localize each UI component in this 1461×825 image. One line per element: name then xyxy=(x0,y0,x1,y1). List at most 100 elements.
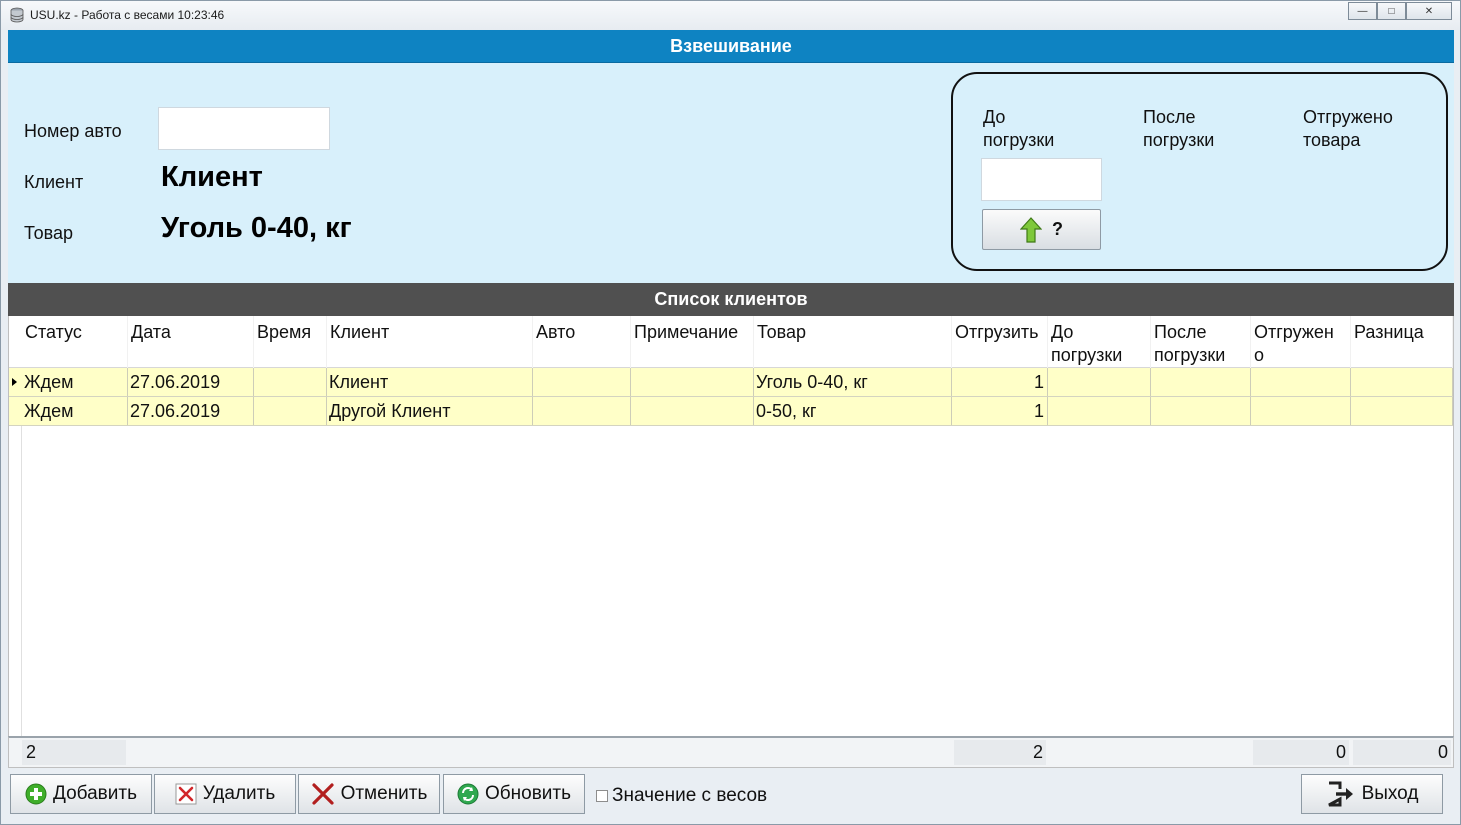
cell-to-ship[interactable]: 1 xyxy=(952,368,1048,396)
plus-icon xyxy=(25,783,47,805)
summary-difference-total: 0 xyxy=(1353,740,1451,765)
maximize-button[interactable]: □ xyxy=(1377,2,1406,20)
exit-icon xyxy=(1327,781,1353,807)
cell-shipped[interactable] xyxy=(1251,397,1351,425)
cell-after-loading[interactable] xyxy=(1151,397,1251,425)
col-before-loading[interactable]: До погрузки xyxy=(1048,316,1151,368)
scale-value-option[interactable]: Значение с весов xyxy=(596,785,767,807)
main-content: Взвешивание Номер авто Клиент Клиент Тов… xyxy=(8,30,1454,820)
table-row[interactable]: Ждем 27.06.2019 Другой Клиент 0-50, кг 1 xyxy=(9,397,1453,426)
table-row[interactable]: Ждем 27.06.2019 Клиент Уголь 0-40, кг 1 xyxy=(9,368,1453,397)
weights-group: До погрузки После погрузки Отгружено тов… xyxy=(951,72,1448,271)
read-weight-button[interactable]: ? xyxy=(982,209,1101,250)
bottom-toolbar: Добавить Удалить Отменить Обновить Значе… xyxy=(8,768,1454,820)
before-loading-label: До погрузки xyxy=(983,106,1054,152)
before-loading-label-line2: погрузки xyxy=(983,130,1055,150)
col-to-ship[interactable]: Отгрузить xyxy=(952,316,1048,368)
cell-status[interactable]: Ждем xyxy=(22,368,128,396)
cell-time[interactable] xyxy=(254,397,327,425)
cell-client[interactable]: Клиент xyxy=(327,368,533,396)
client-label: Клиент xyxy=(24,172,84,192)
after-loading-label-line2: погрузки xyxy=(1143,130,1215,150)
cell-status[interactable]: Ждем xyxy=(22,397,128,425)
col-time-label: Время xyxy=(257,322,312,342)
col-auto[interactable]: Авто xyxy=(533,316,631,368)
close-button[interactable]: ✕ xyxy=(1406,2,1452,20)
summary-shipped-total: 0 xyxy=(1253,740,1349,765)
window-controls: — □ ✕ xyxy=(1348,2,1452,20)
col-note-label: Примечание xyxy=(634,322,739,342)
col-after-loading[interactable]: После погрузки xyxy=(1151,316,1251,368)
col-product[interactable]: Товар xyxy=(754,316,952,368)
col-shipped-label-2: о xyxy=(1254,345,1265,365)
client-value: Клиент xyxy=(161,161,263,193)
col-client-label: Клиент xyxy=(330,322,390,342)
col-time[interactable]: Время xyxy=(254,316,327,368)
car-number-label: Номер авто xyxy=(24,121,122,141)
col-product-label: Товар xyxy=(757,322,806,342)
cell-before-loading[interactable] xyxy=(1048,368,1151,396)
before-loading-input[interactable] xyxy=(981,158,1102,201)
refresh-button[interactable]: Обновить xyxy=(443,774,585,814)
col-to-ship-label: Отгрузить xyxy=(955,322,1039,342)
cell-date[interactable]: 27.06.2019 xyxy=(128,368,254,396)
cancel-button[interactable]: Отменить xyxy=(298,774,440,814)
col-after-loading-label-2: погрузки xyxy=(1154,345,1226,365)
cell-to-ship[interactable]: 1 xyxy=(952,397,1048,425)
weighing-header: Взвешивание xyxy=(8,30,1454,63)
minimize-button[interactable]: — xyxy=(1348,2,1377,20)
cell-time[interactable] xyxy=(254,368,327,396)
car-number-input[interactable] xyxy=(158,107,330,150)
col-shipped[interactable]: Отгружен о xyxy=(1251,316,1351,368)
col-note[interactable]: Примечание xyxy=(631,316,754,368)
col-status-label: Статус xyxy=(25,322,82,342)
grid-column-headers: Статус Дата Время Клиент Авто Примечание… xyxy=(9,316,1453,368)
before-loading-label-line1: До xyxy=(983,107,1006,127)
cell-shipped[interactable] xyxy=(1251,368,1351,396)
scale-value-checkbox[interactable] xyxy=(596,790,608,802)
window-title: USU.kz - Работа с весами 10:23:46 xyxy=(30,8,225,22)
delete-icon xyxy=(175,783,197,805)
summary-row-count: 2 xyxy=(22,740,126,765)
cell-before-loading[interactable] xyxy=(1048,397,1151,425)
cell-auto[interactable] xyxy=(533,397,631,425)
cell-client[interactable]: Другой Клиент xyxy=(327,397,533,425)
grid-summary-footer: 2 2 0 0 xyxy=(8,736,1454,768)
product-value: Уголь 0-40, кг xyxy=(161,212,352,244)
scale-value-label: Значение с весов xyxy=(612,785,768,806)
col-before-loading-label-2: погрузки xyxy=(1051,345,1123,365)
product-label: Товар xyxy=(24,223,73,243)
cancel-x-icon xyxy=(311,783,334,805)
app-window: USU.kz - Работа с весами 10:23:46 — □ ✕ … xyxy=(0,0,1461,825)
cell-auto[interactable] xyxy=(533,368,631,396)
exit-button-label: Выход xyxy=(1361,783,1419,804)
col-after-loading-label-1: После xyxy=(1154,322,1207,342)
refresh-icon xyxy=(457,783,479,805)
col-difference[interactable]: Разница xyxy=(1351,316,1453,368)
cell-product[interactable]: Уголь 0-40, кг xyxy=(754,368,952,396)
weighing-panel: Номер авто Клиент Клиент Товар Уголь 0-4… xyxy=(8,63,1454,283)
exit-button[interactable]: Выход xyxy=(1301,774,1443,814)
col-status[interactable]: Статус xyxy=(22,316,128,368)
add-button[interactable]: Добавить xyxy=(10,774,152,814)
cell-note[interactable] xyxy=(631,368,754,396)
shipped-goods-label-line1: Отгружено xyxy=(1303,107,1393,127)
delete-button-label: Удалить xyxy=(202,783,276,804)
cell-date[interactable]: 27.06.2019 xyxy=(128,397,254,425)
cell-difference[interactable] xyxy=(1351,368,1453,396)
cell-after-loading[interactable] xyxy=(1151,368,1251,396)
cell-difference[interactable] xyxy=(1351,397,1453,425)
add-button-label: Добавить xyxy=(53,783,137,804)
col-auto-label: Авто xyxy=(536,322,576,342)
client-grid[interactable]: Статус Дата Время Клиент Авто Примечание… xyxy=(8,316,1454,736)
cell-note[interactable] xyxy=(631,397,754,425)
summary-to-ship-total: 2 xyxy=(954,740,1046,765)
cell-product[interactable]: 0-50, кг xyxy=(754,397,952,425)
col-date[interactable]: Дата xyxy=(128,316,254,368)
title-bar[interactable]: USU.kz - Работа с весами 10:23:46 — □ ✕ xyxy=(1,1,1460,30)
cancel-button-label: Отменить xyxy=(340,783,428,804)
delete-button[interactable]: Удалить xyxy=(154,774,296,814)
after-loading-label: После погрузки xyxy=(1143,106,1214,152)
col-client[interactable]: Клиент xyxy=(327,316,533,368)
refresh-button-label: Обновить xyxy=(484,783,572,804)
